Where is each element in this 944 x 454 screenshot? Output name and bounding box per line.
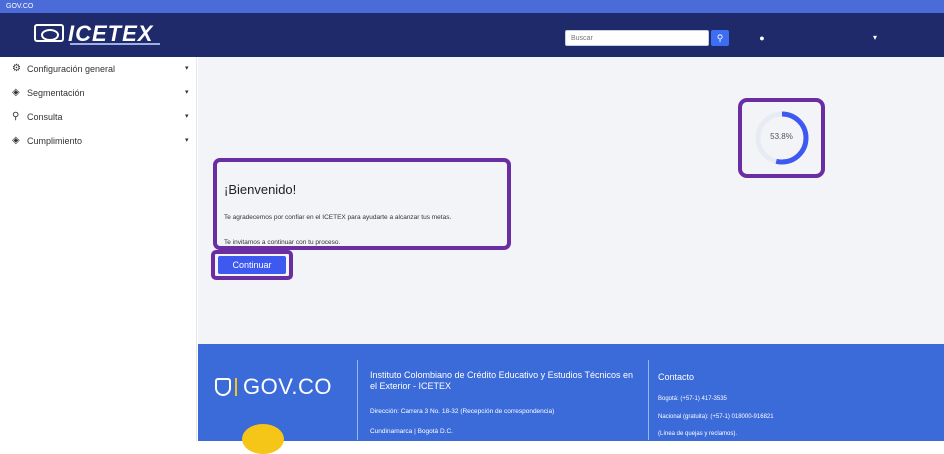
gov-co-footer-text: GOV.CO <box>243 374 332 399</box>
sidebar-item-label: Segmentación <box>27 88 85 98</box>
user-menu-chevron-down-icon[interactable]: ▾ <box>870 31 880 45</box>
sidebar-item-label: Configuración general <box>27 64 116 74</box>
cubes-icon: ◈ <box>12 135 20 146</box>
continue-button-highlight: Continuar <box>211 250 293 280</box>
icetex-logo-underline <box>70 43 160 45</box>
colombia-shield-icon <box>215 378 231 396</box>
chevron-down-icon: ▾ <box>185 65 189 72</box>
sidebar-item-label: Consulta <box>27 112 63 122</box>
search-icon: ⚲ <box>716 33 724 43</box>
gov-co-bar[interactable]: GOV.CO <box>0 0 944 13</box>
sidebar-item-label: Cumplimiento <box>27 136 83 146</box>
continue-button[interactable]: Continuar <box>218 256 286 274</box>
sidebar-item-cumplimiento[interactable]: ◈ Cumplimiento ▾ <box>0 131 197 151</box>
footer-divider <box>357 360 358 440</box>
footer-city: Cundinamarca | Bogotá D.C. <box>370 428 453 435</box>
cubes-icon: ◈ <box>12 87 20 98</box>
progress-percent-label: 53.8% <box>770 132 793 141</box>
search-input[interactable] <box>565 30 709 46</box>
gears-icon: ⚙ <box>12 63 21 74</box>
footer-complaints-line: (Línea de quejas y reclamos). <box>658 431 738 437</box>
icetex-logo-mark <box>34 24 64 42</box>
sidebar-item-configuracion-general[interactable]: ⚙ Configuración general ▾ <box>0 59 197 79</box>
footer-divider <box>648 360 649 440</box>
co-badge-icon <box>242 424 284 454</box>
footer-institution-name: Instituto Colombiano de Crédito Educativ… <box>370 370 633 391</box>
footer-phone-bogota: Bogotá: (+57-1) 417-3535 <box>658 396 727 402</box>
chevron-down-icon: ▾ <box>185 113 189 120</box>
icetex-logo[interactable]: ICETEX <box>34 21 174 49</box>
logo-separator <box>235 378 237 396</box>
footer-address: Dirección: Carrera 3 No. 18-32 (Recepció… <box>370 408 555 415</box>
welcome-message: Te agradecemos por confiar en el ICETEX … <box>224 214 452 221</box>
chevron-down-icon: ▾ <box>185 89 189 96</box>
welcome-title: ¡Bienvenido! <box>224 182 297 197</box>
top-navigation-bar: ICETEX <box>0 13 944 57</box>
chevron-down-icon: ▾ <box>185 137 189 144</box>
notifications-bell-icon[interactable]: ● <box>755 30 769 46</box>
sidebar-item-consulta[interactable]: ⚲ Consulta ▾ <box>0 107 197 127</box>
gov-co-footer-logo[interactable]: GOV.CO <box>215 374 332 400</box>
welcome-invite-message: Te invitamos a continuar con tu proceso. <box>224 239 341 246</box>
progress-gauge: 53.8% <box>738 98 825 178</box>
sidebar-item-segmentacion[interactable]: ◈ Segmentación ▾ <box>0 83 197 103</box>
search-icon: ⚲ <box>12 111 20 122</box>
gov-co-label[interactable]: GOV.CO <box>6 3 33 10</box>
footer-phone-national: Nacional (gratuita): (+57-1) 018000-9168… <box>658 414 774 420</box>
footer-contact-title: Contacto <box>658 372 695 382</box>
search-button[interactable]: ⚲ <box>711 30 729 46</box>
footer: GOV.CO Instituto Colombiano de Crédito E… <box>198 344 944 454</box>
welcome-card: ¡Bienvenido! Te agradecemos por confiar … <box>213 158 511 250</box>
sidebar: ⚙ Configuración general ▾ ◈ Segmentación… <box>0 57 197 441</box>
